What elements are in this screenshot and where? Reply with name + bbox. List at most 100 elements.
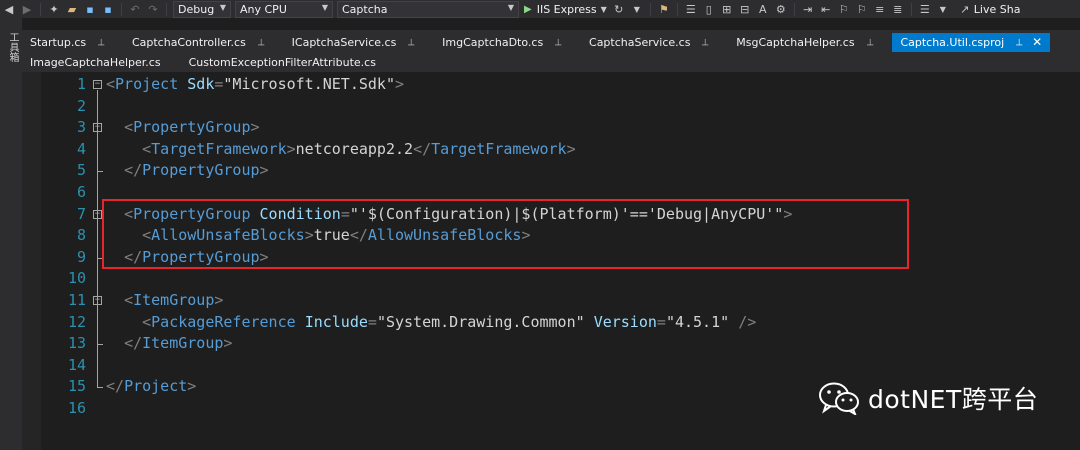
document-tab[interactable]: ImageCaptchaHelper.cs: [22, 53, 169, 72]
comment-icon[interactable]: ≡: [872, 1, 888, 17]
document-tab[interactable]: MsgCaptchaHelper.cs ⊣: [728, 33, 880, 52]
line-number: 8: [76, 226, 86, 245]
line-number: 12: [67, 312, 86, 331]
bookmark-icon[interactable]: ⚐: [836, 1, 852, 17]
chevron-down-icon[interactable]: ▼: [601, 5, 607, 14]
line-number: 5: [76, 161, 86, 180]
toolbox-strip: 工具箱: [0, 18, 22, 450]
code-line[interactable]: 11− <ItemGroup>: [22, 290, 1080, 312]
run-button[interactable]: ▶ IIS Express ▼: [524, 3, 607, 16]
configuration-dropdown[interactable]: Debug ▼: [173, 0, 231, 18]
outline-guide: [97, 219, 98, 258]
document-tab[interactable]: CaptchaService.cs ⊣: [581, 33, 716, 52]
pin-icon[interactable]: ⊣: [405, 38, 415, 46]
watermark-text: dotNET跨平台: [868, 385, 1039, 414]
startup-project-dropdown[interactable]: Captcha ▼: [337, 0, 519, 18]
chevron-down-icon[interactable]: ▼: [935, 1, 951, 17]
font-icon[interactable]: A: [755, 1, 771, 17]
pin-icon[interactable]: ⊣: [699, 38, 709, 46]
indent-icon[interactable]: ⇥: [800, 1, 816, 17]
wechat-logo-icon: [819, 382, 859, 415]
list-icon[interactable]: ☰: [917, 1, 933, 17]
highlight-annotation-box: [102, 199, 909, 269]
deploy-icon[interactable]: ⚑: [656, 1, 672, 17]
line-number: 7: [76, 204, 86, 223]
tab-label: CaptchaService.cs: [589, 35, 691, 49]
line-number: 3: [76, 118, 86, 137]
redo-icon[interactable]: ↷: [145, 1, 161, 17]
line-number: 6: [76, 183, 86, 201]
document-tabs: Startup.cs ⊣ CaptchaController.cs ⊣ ICaptcha…: [22, 30, 1080, 72]
platform-dropdown[interactable]: Any CPU ▼: [235, 0, 333, 18]
line-number: 13: [67, 334, 86, 353]
document-tab[interactable]: CustomExceptionFilterAttribute.cs: [181, 53, 384, 72]
line-number: 2: [76, 96, 86, 115]
collapse-icon[interactable]: −: [93, 80, 102, 89]
tab-label: ICaptchaService.cs: [291, 35, 397, 49]
document-tab[interactable]: Startup.cs ⊣: [22, 33, 112, 52]
outline-guide-end: [97, 344, 103, 346]
tab-label: CustomExceptionFilterAttribute.cs: [188, 55, 376, 69]
code-line[interactable]: 2: [22, 96, 1080, 118]
code-line[interactable]: 1− <Project Sdk="Microsoft.NET.Sdk">: [22, 74, 1080, 96]
code-line[interactable]: 12 <PackageReference Include="System.Dra…: [22, 312, 1080, 334]
new-project-icon[interactable]: ✦: [46, 1, 62, 17]
next-bookmark-icon[interactable]: ⚐: [854, 1, 870, 17]
code-line[interactable]: 14: [22, 355, 1080, 377]
back-icon[interactable]: ◀: [1, 1, 17, 17]
outdent-icon[interactable]: ⇤: [818, 1, 834, 17]
line-number: 11: [67, 291, 86, 309]
code-text: </ItemGroup>: [124, 334, 233, 353]
code-text: <ItemGroup>: [124, 291, 224, 309]
pin-icon[interactable]: ⊣: [864, 38, 874, 46]
code-line[interactable]: 3− <PropertyGroup>: [22, 117, 1080, 139]
settings-icon[interactable]: ⚙: [773, 1, 789, 17]
tab-label: CaptchaController.cs: [131, 35, 246, 49]
pin-icon[interactable]: ⊣: [552, 38, 562, 46]
file-icon[interactable]: ▯: [701, 1, 717, 17]
document-tab[interactable]: Captcha.Util.csproj ⊣ ✕: [892, 32, 1051, 52]
toggle-icon[interactable]: ☰: [683, 1, 699, 17]
live-share-label: Live Sha: [973, 2, 1021, 16]
save-all-icon[interactable]: ▪: [100, 1, 116, 17]
chevron-down-icon: ▼: [321, 2, 328, 12]
tree-icon[interactable]: ⊞: [719, 1, 735, 17]
close-icon[interactable]: ✕: [1032, 35, 1042, 49]
undo-icon[interactable]: ↶: [127, 1, 143, 17]
code-text: <TargetFramework>netcoreapp2.2</TargetFr…: [142, 139, 576, 158]
forward-icon[interactable]: ▶: [19, 1, 35, 17]
code-line[interactable]: 4 <TargetFramework>netcoreapp2.2</Target…: [22, 139, 1080, 161]
pin-icon[interactable]: ⊣: [255, 38, 265, 46]
toolbar-separator: [121, 2, 122, 16]
document-tab[interactable]: ImgCaptchaDto.cs ⊣: [434, 33, 569, 52]
outline-guide-end: [97, 387, 103, 389]
code-line[interactable]: 5 </PropertyGroup>: [22, 160, 1080, 182]
toolbar-separator: [166, 2, 167, 16]
code-text: <PackageReference Include="System.Drawin…: [142, 312, 757, 331]
code-line[interactable]: 10: [22, 268, 1080, 290]
toolbar-separator: [910, 2, 912, 16]
toolbar-separator: [676, 2, 678, 16]
open-icon[interactable]: ▰: [64, 1, 80, 17]
chevron-down-icon: ▼: [507, 2, 514, 12]
tab-label: Captcha.Util.csproj: [900, 35, 1005, 49]
pin-icon[interactable]: ⊣: [1013, 38, 1023, 46]
pin-icon[interactable]: ⊣: [95, 38, 105, 46]
save-icon[interactable]: ▪: [82, 1, 98, 17]
toolbar-separator: [793, 2, 795, 16]
format-icon[interactable]: ⊟: [737, 1, 753, 17]
toolbar-separator: [649, 2, 651, 16]
document-tab[interactable]: CaptchaController.cs ⊣: [124, 33, 272, 52]
code-text: <PropertyGroup>: [124, 118, 260, 137]
live-share-button[interactable]: ↗ Live Sha: [956, 1, 1021, 17]
main-toolbar: ◀ ▶ ✦ ▰ ▪ ▪ ↶ ↷ Debug ▼ Any CPU ▼ Captch…: [0, 0, 1080, 18]
live-share-icon: ↗: [960, 2, 970, 16]
chevron-down-icon[interactable]: ▼: [629, 1, 645, 17]
refresh-icon[interactable]: ↻: [611, 1, 627, 17]
code-line[interactable]: 13 </ItemGroup>: [22, 333, 1080, 355]
tab-label: Startup.cs: [30, 35, 87, 49]
toolbox-tab[interactable]: 工具箱: [5, 32, 20, 62]
uncomment-icon[interactable]: ≣: [890, 1, 906, 17]
tab-row-2: ImageCaptchaHelper.cs CustomExceptionFilt…: [22, 52, 396, 72]
document-tab[interactable]: ICaptchaService.cs ⊣: [284, 33, 423, 52]
